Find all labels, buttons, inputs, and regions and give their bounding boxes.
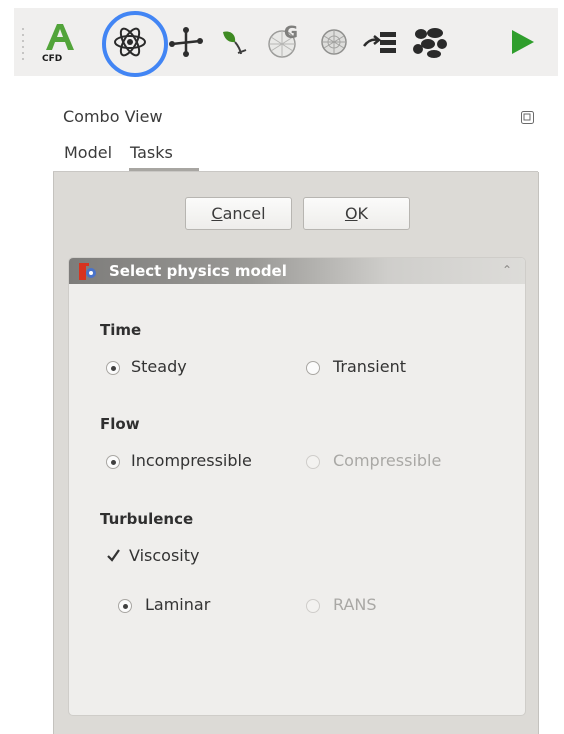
compressible-label: Compressible [333,451,442,470]
workbench-toolbar: CFD G [14,8,558,77]
cfd-workbench-icon[interactable]: CFD [36,18,84,66]
combo-view-title: Combo View [63,107,163,126]
laminar-radio[interactable] [118,599,132,613]
cfd-label: CFD [42,54,63,64]
cancel-button-label: Cancel [211,204,266,223]
incompressible-label[interactable]: Incompressible [131,451,252,470]
time-heading: Time [100,321,142,339]
fluid-properties-icon[interactable] [162,18,210,66]
turbulence-heading: Turbulence [100,510,194,528]
ok-button[interactable]: OK [303,197,410,230]
run-solver-icon[interactable] [498,18,546,66]
laminar-label[interactable]: Laminar [145,595,210,614]
compressible-radio [306,455,320,469]
physics-model-box: Select physics model ⌃ Time Steady Trans… [68,257,526,716]
collapse-chevron-icon[interactable]: ⌃ [502,263,512,277]
cfd-gear-icon [79,263,97,280]
rans-label: RANS [333,595,377,614]
initial-conditions-icon[interactable] [210,18,258,66]
undock-icon[interactable] [521,109,534,124]
steady-radio[interactable] [106,361,120,375]
boundary-conditions-icon[interactable] [356,18,404,66]
transient-radio[interactable] [306,361,320,375]
ok-button-label: OK [344,204,369,223]
tab-tasks[interactable]: Tasks [130,143,173,162]
mesh-refinement-icon[interactable] [310,18,358,66]
highlight-circle [102,11,168,77]
svg-text:G: G [284,23,298,43]
steady-label[interactable]: Steady [131,357,187,376]
box-header[interactable]: Select physics model ⌃ [69,258,525,284]
incompressible-radio[interactable] [106,455,120,469]
flow-heading: Flow [100,415,140,433]
cancel-button[interactable]: Cancel [185,197,292,230]
toolbar-grip-handle[interactable] [22,28,26,62]
box-title: Select physics model [109,262,287,280]
tab-model[interactable]: Model [64,143,112,162]
viscosity-checkbox[interactable] [106,548,121,563]
viscosity-label[interactable]: Viscosity [129,546,199,565]
solver-icon[interactable] [406,18,454,66]
rans-radio [306,599,320,613]
transient-label[interactable]: Transient [333,357,406,376]
mesh-gmsh-icon[interactable]: G [260,18,308,66]
